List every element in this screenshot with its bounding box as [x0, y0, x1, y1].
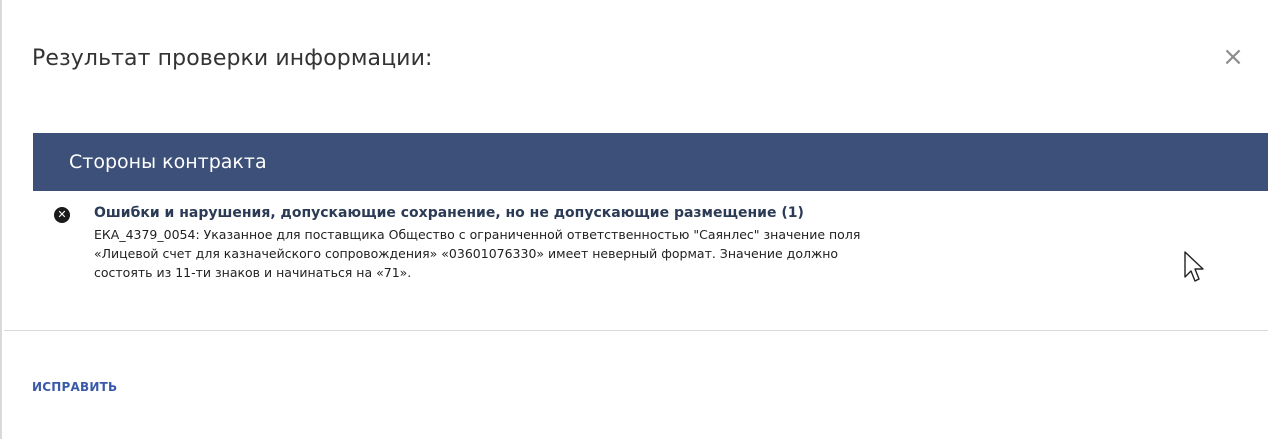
error-circle-x-icon: ✕	[54, 207, 70, 223]
dialog-title: Результат проверки информации:	[32, 46, 433, 71]
section-header: Стороны контракта	[33, 133, 1268, 191]
fix-link[interactable]: ИСПРАВИТЬ	[32, 378, 117, 396]
error-message-line: состоять из 11-ти знаков и начинаться на…	[94, 265, 412, 280]
validation-result-dialog: Результат проверки информации: × Стороны…	[0, 0, 1268, 439]
close-button[interactable]: ×	[1220, 42, 1246, 72]
error-message-body: ЕКА_4379_0054: Указанное для поставщика …	[94, 225, 1244, 282]
error-message-title: Ошибки и нарушения, допускающие сохранен…	[94, 205, 804, 221]
footer-divider	[4, 330, 1268, 331]
mouse-pointer-icon	[1184, 251, 1204, 282]
close-icon[interactable]: ×	[1222, 42, 1244, 72]
error-message-line: ЕКА_4379_0054: Указанное для поставщика …	[94, 227, 861, 242]
section-title: Стороны контракта	[69, 151, 267, 173]
error-message-line: «Лицевой счет для казначейского сопровож…	[94, 246, 839, 261]
